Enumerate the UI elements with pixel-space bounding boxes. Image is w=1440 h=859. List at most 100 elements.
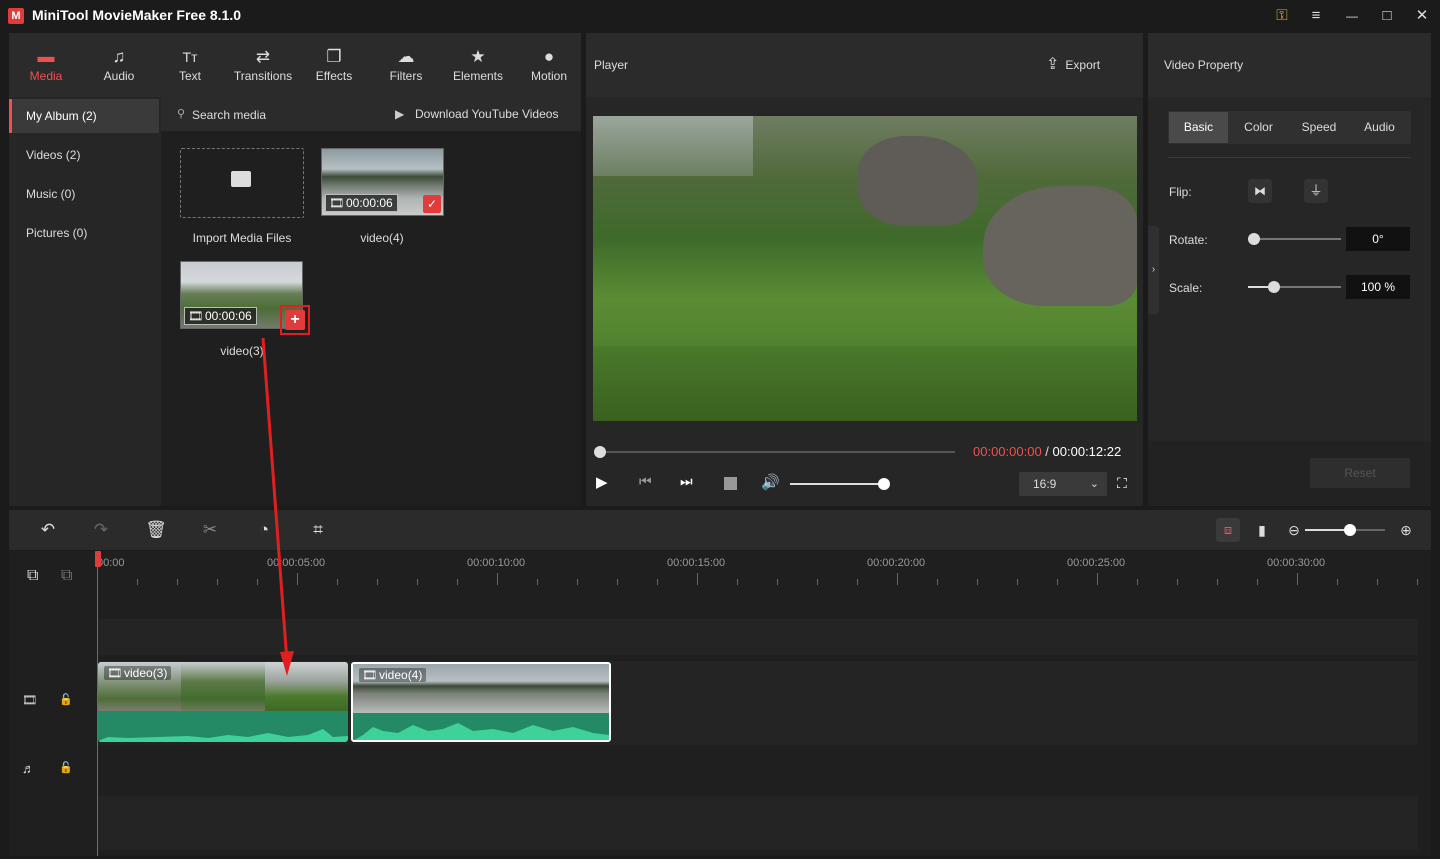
flip-horizontal-icon[interactable]: ⧓ <box>1248 179 1272 203</box>
rotate-slider-track[interactable] <box>1254 238 1341 240</box>
import-media-button[interactable] <box>180 148 304 218</box>
tab-label: Motion <box>530 69 568 83</box>
fullscreen-icon[interactable]: ⛶ <box>1117 475 1127 492</box>
media-toolbar: ⚲ Search media ▶ Download YouTube Videos <box>161 97 581 131</box>
maximize-button[interactable]: □ <box>1373 4 1401 28</box>
crop-icon[interactable]: ⌗ <box>306 518 330 542</box>
download-youtube-button[interactable]: Download YouTube Videos <box>415 107 558 121</box>
rotate-slider-knob[interactable] <box>1248 233 1260 245</box>
minimize-button[interactable]: — <box>1338 4 1366 28</box>
ruler-tick <box>297 573 298 585</box>
audio-mixer-icon[interactable]: ▮ <box>1250 518 1274 542</box>
tab-label: Text <box>178 69 201 83</box>
tab-color[interactable]: Color <box>1228 112 1289 143</box>
ruler-ticks <box>9 551 1431 591</box>
flip-vertical-icon[interactable]: ⏚ <box>1304 179 1328 203</box>
album-item-music[interactable]: Music (0) <box>9 177 159 211</box>
timeline-clip-video3[interactable]: 🎞 video(3) <box>98 662 348 742</box>
track-headers: ⧉ ⧉ 🎞 🔓 ♬ 🔓 <box>9 551 97 856</box>
tab-audio-property[interactable]: Audio <box>1349 112 1410 143</box>
duration-text: 00:00:06 <box>346 196 393 210</box>
snap-icon[interactable]: ⧈ <box>1216 518 1240 542</box>
aspect-ratio-select[interactable]: 16:9 ⌄ <box>1019 472 1107 496</box>
timeline-zoom-knob[interactable] <box>1344 524 1356 536</box>
close-button[interactable]: ✕ <box>1408 4 1436 28</box>
ruler-tick <box>657 579 658 585</box>
ruler-tick <box>457 579 458 585</box>
album-item-pictures[interactable]: Pictures (0) <box>9 216 159 250</box>
media-thumbnail-video4[interactable]: 🎞 00:00:06 ✓ <box>321 148 444 216</box>
scale-value-input[interactable]: 100 % <box>1346 275 1410 299</box>
scale-slider-knob[interactable] <box>1268 281 1280 293</box>
split-icon[interactable]: ✂ <box>198 518 222 542</box>
tab-basic[interactable]: Basic <box>1169 112 1228 143</box>
preview-rock <box>983 186 1137 306</box>
duration-text: 00:00:06 <box>205 309 252 323</box>
menu-button[interactable]: ≡ <box>1302 4 1330 28</box>
film-icon: 🎞 <box>188 309 204 323</box>
rotate-value-input[interactable]: 0° <box>1346 227 1410 251</box>
tab-speed[interactable]: Speed <box>1289 112 1349 143</box>
volume-slider-knob[interactable] <box>878 478 890 490</box>
video-preview[interactable] <box>593 116 1137 421</box>
zoom-in-icon[interactable]: ⊕ <box>1394 518 1418 542</box>
ruler-tick <box>537 579 538 585</box>
tab-audio[interactable]: ♫ Audio <box>83 33 155 97</box>
text-icon: Tт <box>182 49 198 65</box>
playhead[interactable] <box>97 551 98 856</box>
audio-track-lane <box>97 796 1418 850</box>
audio-track-icon: ♬ <box>22 761 35 776</box>
motion-icon: ● <box>543 47 555 66</box>
folder-icon <box>231 171 251 187</box>
tab-filters[interactable]: ☁ Filters <box>371 33 441 97</box>
app-logo: M <box>8 8 24 24</box>
tab-effects[interactable]: ❐ Effects <box>301 33 367 97</box>
property-title: Video Property <box>1164 58 1244 72</box>
tab-label: Transitions <box>233 69 293 83</box>
ruler-tick <box>1377 579 1378 585</box>
tab-text[interactable]: Tт Text <box>155 33 225 97</box>
stop-button[interactable] <box>724 477 737 490</box>
tab-motion[interactable]: ● Motion <box>515 33 583 97</box>
playback-progress-track[interactable] <box>599 451 955 453</box>
delete-icon[interactable]: 🗑 <box>144 518 168 542</box>
speed-icon[interactable]: ◔ <box>252 518 276 542</box>
youtube-icon: ▶ <box>395 107 405 121</box>
flip-label: Flip: <box>1169 185 1192 199</box>
undo-icon[interactable]: ↶ <box>36 518 60 542</box>
playback-progress-knob[interactable] <box>594 446 606 458</box>
ruler-tick <box>1137 579 1138 585</box>
chevron-down-icon: ⌄ <box>1089 478 1099 490</box>
film-icon: 🎞 <box>107 666 123 680</box>
media-tabs: ▬ Media ♫ Audio Tт Text ⇄ Transitions ❐ Effec… <box>9 33 581 97</box>
lock-icon[interactable]: 🔓 <box>59 761 73 774</box>
zoom-out-icon[interactable]: ⊖ <box>1282 518 1306 542</box>
add-to-timeline-button[interactable]: + <box>285 310 305 330</box>
ruler-tick <box>937 579 938 585</box>
play-button[interactable]: ▶ <box>596 473 608 491</box>
title-bar: M MiniTool MovieMaker Free 8.1.0 ⚿ ≡ — □… <box>0 0 1440 32</box>
timeline: ⧉ ⧉ 🎞 🔓 ♬ 🔓 00:00 00:00:05:00 00:00:10:0… <box>9 551 1431 856</box>
property-tabs: Basic Color Speed Audio <box>1168 111 1411 144</box>
export-button[interactable]: ⇪ Export <box>1046 53 1100 77</box>
album-item-videos[interactable]: Videos (2) <box>9 138 159 172</box>
key-icon[interactable]: ⚿ <box>1268 4 1296 28</box>
next-frame-button[interactable]: ⏭ <box>680 473 693 490</box>
lock-icon[interactable]: 🔓 <box>59 693 73 706</box>
previous-frame-button[interactable]: ⏮ <box>639 473 652 490</box>
tab-media[interactable]: ▬ Media <box>9 33 83 97</box>
search-input[interactable]: Search media <box>192 108 266 122</box>
ruler-tick <box>857 579 858 585</box>
collapse-panel-handle[interactable]: › <box>1148 226 1159 314</box>
player-title: Player <box>594 58 629 72</box>
timeline-clip-video4[interactable]: 🎞 video(4) <box>351 662 611 742</box>
volume-icon[interactable]: 🔊 <box>761 473 780 491</box>
preview-water <box>593 116 753 176</box>
tab-transitions[interactable]: ⇄ Transitions <box>225 33 301 97</box>
playhead-handle[interactable] <box>95 551 101 567</box>
reset-button[interactable]: Reset <box>1310 458 1410 488</box>
tab-elements[interactable]: ★ Elements <box>441 33 515 97</box>
redo-icon[interactable]: ↷ <box>89 518 113 542</box>
volume-slider-track[interactable] <box>790 483 882 485</box>
album-item-my-album[interactable]: My Album (2) <box>9 99 159 133</box>
